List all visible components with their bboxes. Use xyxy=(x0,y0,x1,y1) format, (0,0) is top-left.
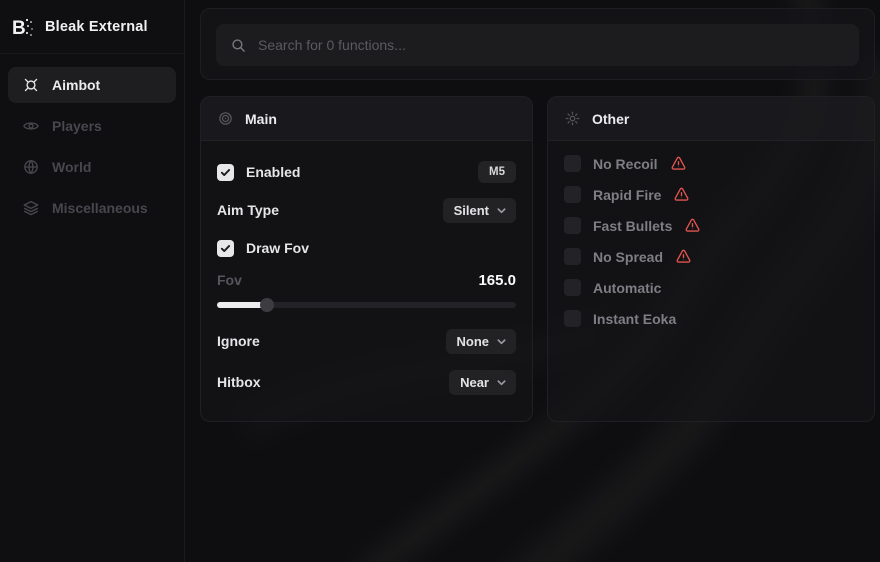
feature-checkbox[interactable] xyxy=(564,248,581,265)
feature-checkbox[interactable] xyxy=(564,186,581,203)
enabled-row: Enabled M5 xyxy=(217,159,516,185)
warning-icon xyxy=(670,155,687,172)
search-box[interactable] xyxy=(216,24,859,66)
crosshair-icon xyxy=(22,76,40,94)
feature-checkbox[interactable] xyxy=(564,217,581,234)
fov-slider[interactable] xyxy=(217,302,516,308)
draw-fov-label: Draw Fov xyxy=(246,240,309,256)
sidebar-item-label: Miscellaneous xyxy=(52,200,148,216)
chevron-down-icon xyxy=(496,205,507,216)
feature-checkbox[interactable] xyxy=(564,155,581,172)
draw-fov-row: Draw Fov xyxy=(217,235,516,261)
hitbox-dropdown[interactable]: Near xyxy=(449,370,516,395)
fov-slider-row xyxy=(217,298,516,312)
search-icon xyxy=(230,37,247,54)
aim-type-value: Silent xyxy=(454,203,489,218)
feature-label: Instant Eoka xyxy=(593,311,676,327)
sidebar-item-miscellaneous[interactable]: Miscellaneous xyxy=(8,190,176,226)
feature-label: Fast Bullets xyxy=(593,218,672,234)
ignore-dropdown[interactable]: None xyxy=(446,329,517,354)
warning-icon xyxy=(675,248,692,265)
warning-icon xyxy=(684,217,701,234)
sidebar-item-label: World xyxy=(52,159,91,175)
fov-value-row: Fov 165.0 xyxy=(217,270,516,290)
fov-slider-thumb[interactable] xyxy=(260,298,274,312)
other-feature-row: No Recoil xyxy=(564,155,858,172)
other-feature-row: Instant Eoka xyxy=(564,310,858,327)
search-input[interactable] xyxy=(258,37,845,53)
other-feature-row: Automatic xyxy=(564,279,858,296)
sidebar-item-label: Players xyxy=(52,118,102,134)
feature-checkbox[interactable] xyxy=(564,310,581,327)
svg-text:B: B xyxy=(12,18,26,39)
app-window: B Bleak External xyxy=(0,0,880,562)
enabled-checkbox[interactable] xyxy=(217,164,234,181)
eye-icon xyxy=(22,117,40,135)
content-area: Main Enabled M5 Aim Type xyxy=(185,0,880,562)
enabled-label: Enabled xyxy=(246,164,300,180)
panel-main-header: Main xyxy=(201,97,532,141)
ignore-row: Ignore None xyxy=(217,328,516,354)
feature-label: No Recoil xyxy=(593,156,658,172)
hitbox-row: Hitbox Near xyxy=(217,369,516,395)
feature-label: Rapid Fire xyxy=(593,187,661,203)
ignore-label: Ignore xyxy=(217,333,260,349)
other-feature-row: No Spread xyxy=(564,248,858,265)
feature-label: No Spread xyxy=(593,249,663,265)
ignore-value: None xyxy=(457,334,490,349)
sidebar-nav: Aimbot Players World xyxy=(0,54,184,226)
search-panel xyxy=(200,8,875,80)
chevron-down-icon xyxy=(496,377,507,388)
chevron-down-icon xyxy=(496,336,507,347)
sidebar-item-world[interactable]: World xyxy=(8,149,176,185)
aim-type-label: Aim Type xyxy=(217,202,279,218)
other-feature-row: Fast Bullets xyxy=(564,217,858,234)
panel-title: Other xyxy=(592,111,629,127)
sidebar-item-label: Aimbot xyxy=(52,77,100,93)
aim-type-row: Aim Type Silent xyxy=(217,197,516,223)
panel-other: Other No Recoil Rapid Fire Fast Bullets xyxy=(547,96,875,422)
sidebar-item-players[interactable]: Players xyxy=(8,108,176,144)
gear-icon xyxy=(564,110,581,127)
feature-label: Automatic xyxy=(593,280,661,296)
globe-icon xyxy=(22,158,40,176)
sidebar: B Bleak External xyxy=(0,0,185,562)
panel-title: Main xyxy=(245,111,277,127)
fov-value: 165.0 xyxy=(478,272,516,289)
aim-type-dropdown[interactable]: Silent xyxy=(443,198,516,223)
panel-other-body: No Recoil Rapid Fire Fast Bullets xyxy=(548,141,874,355)
target-icon xyxy=(217,110,234,127)
hitbox-value: Near xyxy=(460,375,489,390)
layers-icon xyxy=(22,199,40,217)
feature-checkbox[interactable] xyxy=(564,279,581,296)
logo-row: B Bleak External xyxy=(0,0,184,54)
app-logo-icon: B xyxy=(10,15,36,39)
panel-other-header: Other xyxy=(548,97,874,141)
keybind-button[interactable]: M5 xyxy=(478,161,516,183)
panel-main: Main Enabled M5 Aim Type xyxy=(200,96,533,422)
warning-icon xyxy=(673,186,690,203)
hitbox-label: Hitbox xyxy=(217,374,261,390)
fov-label: Fov xyxy=(217,272,242,288)
panels-row: Main Enabled M5 Aim Type xyxy=(200,96,875,422)
draw-fov-checkbox[interactable] xyxy=(217,240,234,257)
sidebar-item-aimbot[interactable]: Aimbot xyxy=(8,67,176,103)
other-feature-row: Rapid Fire xyxy=(564,186,858,203)
panel-main-body: Enabled M5 Aim Type Silent xyxy=(201,141,532,409)
app-title: Bleak External xyxy=(45,19,148,35)
